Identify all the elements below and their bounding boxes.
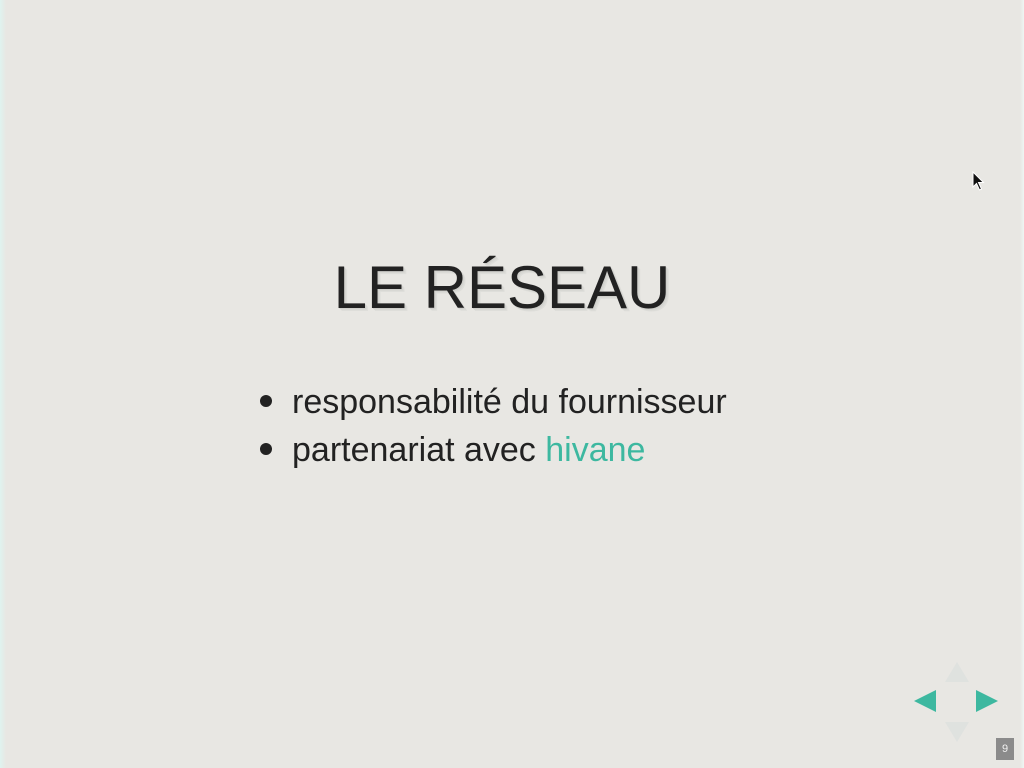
presentation-slide: LE RÉSEAU responsabilité du fournisseur …: [0, 0, 1024, 768]
navigation-controls: [912, 660, 1002, 744]
slide-number: 9: [996, 738, 1014, 760]
bullet-list: responsabilité du fournisseur partenaria…: [258, 378, 727, 474]
hivane-link[interactable]: hivane: [545, 431, 645, 469]
arrow-down-icon[interactable]: [945, 722, 969, 742]
arrow-right-icon[interactable]: [976, 690, 998, 712]
slide-title: LE RÉSEAU: [333, 254, 671, 321]
bullet-dot-icon: [260, 395, 272, 407]
arrow-left-icon[interactable]: [914, 690, 936, 712]
bullet-text: responsabilité du fournisseur: [292, 383, 727, 421]
arrow-up-icon[interactable]: [945, 662, 969, 682]
bullet-dot-icon: [260, 443, 272, 455]
mouse-pointer-icon: [972, 171, 985, 191]
bullet-text: partenariat avec: [292, 431, 546, 469]
bullet-item: partenariat avec hivane: [258, 426, 727, 474]
bullet-item: responsabilité du fournisseur: [258, 378, 727, 426]
